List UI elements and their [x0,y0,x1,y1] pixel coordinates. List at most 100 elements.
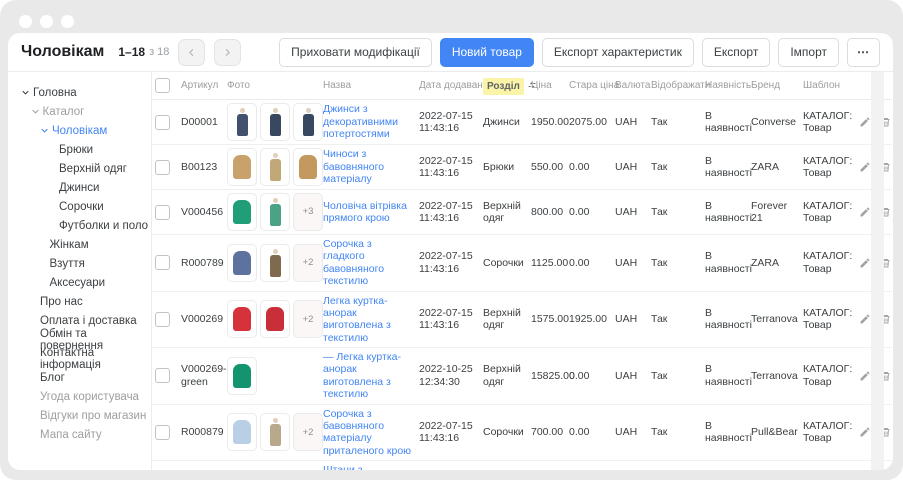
stock-cell: В наявності [702,100,748,145]
product-thumbnail[interactable] [293,148,323,186]
column-header-name[interactable]: Назва [320,72,416,100]
product-thumbnail[interactable] [260,244,290,282]
select-cell [152,100,178,145]
product-name-link[interactable]: Штани з бавовняного матеріалу прямого кр… [323,464,390,470]
select-all-checkbox[interactable] [155,78,170,93]
product-thumbnail[interactable] [227,103,257,141]
product-name-link[interactable]: Сорочка з бавовняного матеріалу притален… [323,408,411,457]
product-name-link[interactable]: Чиноси з бавовняного матеріалу [323,148,384,185]
sidebar-item-блог[interactable]: Блог [8,368,151,387]
brand-cell: Forever 21 [748,190,800,235]
product-thumbnail[interactable] [227,357,257,395]
sidebar-item-аксесуари[interactable]: Аксесуари [8,273,151,292]
edit-button[interactable] [859,426,871,438]
more-photos-badge[interactable]: +3 [293,193,323,231]
row-checkbox[interactable] [155,255,170,270]
column-header-brand[interactable]: Бренд [748,72,800,100]
edit-button[interactable] [859,161,871,173]
tree-caret[interactable] [40,126,49,135]
export-button[interactable]: Експорт [702,38,770,67]
sidebar-item-головна[interactable]: Головна [8,83,151,102]
product-name-link[interactable]: Чоловіча вітрівка прямого крою [323,200,407,224]
column-header-article[interactable]: Артикул [178,72,224,100]
date-cell: 2022-07-15 11:43:16 [416,190,480,235]
sidebar-item-мапа-сайту[interactable]: Мапа сайту [8,425,151,444]
product-thumbnail[interactable] [227,244,257,282]
scrollbar-track[interactable] [871,72,884,470]
sidebar-item-взуття[interactable]: Взуття [8,254,151,273]
column-header-stock[interactable]: Наявність [702,72,748,100]
prev-page-button[interactable] [178,39,205,66]
price-cell: 725.00 [528,461,566,471]
edit-button[interactable] [859,313,871,325]
product-thumbnail[interactable] [260,193,290,231]
sidebar-item-контактна-інформація[interactable]: Контактна інформація [8,349,151,368]
name-cell: Легка куртка-анорак виготовлена з тексти… [320,291,416,348]
product-thumbnail[interactable] [227,413,257,451]
brand-cell: Terranova [748,348,800,405]
more-photos-badge[interactable]: +2 [293,413,323,451]
export-characteristics-button[interactable]: Експорт характеристик [542,38,694,67]
old-price-cell: 0.00 [566,190,612,235]
product-thumbnail[interactable] [260,413,290,451]
edit-button[interactable] [859,116,871,128]
tree-caret[interactable] [21,88,30,97]
more-photos-badge[interactable]: +2 [293,244,323,282]
row-checkbox[interactable] [155,368,170,383]
row-checkbox[interactable] [155,312,170,327]
product-thumbnail[interactable] [227,148,257,186]
row-checkbox[interactable] [155,160,170,175]
main-panel: Чоловікам 1–18 з 18 Приховати модифікаці… [8,33,893,470]
edit-button[interactable] [859,370,871,382]
product-name-link[interactable]: — Легка куртка-анорак виготовлена з текс… [323,351,401,400]
more-photos-badge[interactable]: +2 [293,300,323,338]
edit-button[interactable] [859,257,871,269]
sidebar-item-каталог[interactable]: Каталог [8,102,151,121]
column-header-currency[interactable]: Валюта [612,72,648,100]
window-maximize-button[interactable] [61,15,74,28]
column-header-select[interactable] [152,72,178,100]
product-name-link[interactable]: Сорочка з гладкого бавовняного текстилю [323,238,384,287]
column-header-section[interactable]: Роздiл [480,72,528,100]
sidebar-item-label: Про нас [40,296,83,308]
sidebar-item-брюки[interactable]: Брюки [8,140,151,159]
row-checkbox[interactable] [155,205,170,220]
column-header-display[interactable]: Відображати [648,72,702,100]
product-thumbnail[interactable] [227,193,257,231]
product-thumbnail[interactable] [260,300,290,338]
row-checkbox[interactable] [155,425,170,440]
window-close-button[interactable] [19,15,32,28]
new-product-button[interactable]: Новий товар [440,38,534,67]
tree-caret[interactable] [31,107,40,116]
next-page-button[interactable] [214,39,241,66]
model-photo [237,108,248,136]
sidebar-item-жінкам[interactable]: Жінкам [8,235,151,254]
product-name-link[interactable]: Джинси з декоративними потертостями [323,103,398,140]
product-name-link[interactable]: Легка куртка-анорак виготовлена з тексти… [323,295,391,344]
sidebar-item-джинси[interactable]: Джинси [8,178,151,197]
edit-button[interactable] [859,206,871,218]
product-thumbnail[interactable] [227,300,257,338]
display-cell: Так [648,404,702,461]
sidebar-item-верхній-одяг[interactable]: Верхній одяг [8,159,151,178]
more-actions-button[interactable]: ⋯ [847,38,880,67]
sidebar-item-чоловікам[interactable]: Чоловікам [8,121,151,140]
column-header-old_price[interactable]: Стара ціна [566,72,612,100]
section-cell: Верхній одяг [480,348,528,405]
window-minimize-button[interactable] [40,15,53,28]
product-thumbnail[interactable] [293,103,323,141]
product-thumbnail[interactable] [260,148,290,186]
import-button[interactable]: Імпорт [778,38,839,67]
sidebar-item-футболки-и-поло[interactable]: Футболки и поло [8,216,151,235]
sidebar-item-угода-користувача[interactable]: Угода користувача [8,387,151,406]
sidebar-item-сорочки[interactable]: Сорочки [8,197,151,216]
row-checkbox[interactable] [155,115,170,130]
column-header-date[interactable]: Дата додавання [416,72,480,100]
column-header-template[interactable]: Шаблон [800,72,856,100]
column-header-price[interactable]: Ціна [528,72,566,100]
product-thumbnail[interactable] [260,103,290,141]
column-header-photo[interactable]: Фото [224,72,320,100]
sidebar-item-відгуки-про-магазин[interactable]: Відгуки про магазин [8,406,151,425]
hide-modifications-button[interactable]: Приховати модифікації [279,38,432,67]
sidebar-item-про-нас[interactable]: Про нас [8,292,151,311]
